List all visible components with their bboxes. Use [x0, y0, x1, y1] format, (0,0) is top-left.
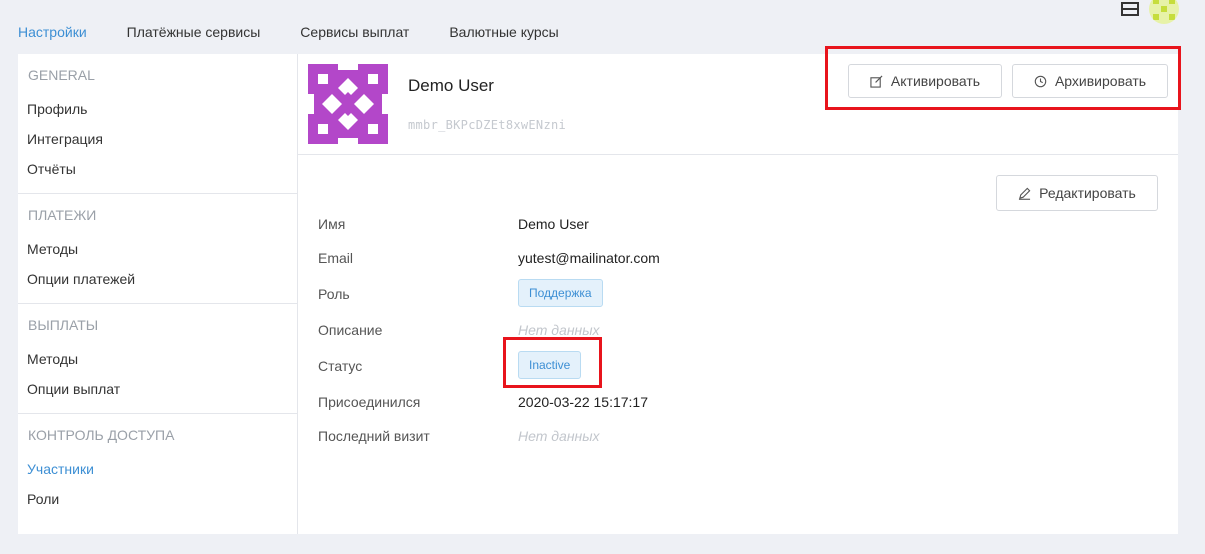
edit-button[interactable]: Редактировать	[996, 175, 1158, 211]
sidebar-item-profile[interactable]: Профиль	[18, 94, 297, 124]
detail-label: Статус	[318, 358, 363, 374]
sidebar-heading: КОНТРОЛЬ ДОСТУПА	[28, 427, 175, 443]
book-icon[interactable]	[1121, 2, 1139, 16]
sidebar-item-roles[interactable]: Роли	[18, 484, 297, 514]
tab-bar: Настройки Платёжные сервисы Сервисы выпл…	[18, 24, 599, 56]
tab-payout-services[interactable]: Сервисы выплат	[300, 24, 409, 54]
detail-label: Присоединился	[318, 394, 421, 410]
activate-label: Активировать	[890, 73, 981, 89]
pencil-icon	[1019, 187, 1031, 200]
detail-value: Нет данных	[518, 428, 600, 444]
detail-label: Последний визит	[318, 428, 430, 444]
sidebar-item-payment-methods[interactable]: Методы	[18, 234, 297, 264]
detail-label: Описание	[318, 322, 383, 338]
member-id: mmbr_BKPcDZEt8xwENzni	[408, 118, 567, 132]
sidebar-item-payout-options[interactable]: Опции выплат	[18, 374, 297, 404]
sidebar-item-reports[interactable]: Отчёты	[18, 154, 297, 184]
profile-header: Demo User mmbr_BKPcDZEt8xwENzni Активиро…	[298, 54, 1178, 155]
tab-currency-rates[interactable]: Валютные курсы	[449, 24, 558, 54]
archive-label: Архивировать	[1054, 73, 1147, 89]
detail-value: 2020-03-22 15:17:17	[518, 394, 648, 410]
status-badge: Inactive	[518, 351, 582, 379]
archive-button[interactable]: Архивировать	[1012, 64, 1168, 98]
detail-value: Demo User	[518, 216, 589, 232]
clock-icon	[1034, 75, 1047, 87]
activate-button[interactable]: Активировать	[848, 64, 1002, 98]
sidebar-heading: GENERAL	[28, 67, 95, 83]
sidebar-section-payouts: ВЫПЛАТЫ Методы Опции выплат	[18, 304, 297, 414]
sidebar-item-members[interactable]: Участники	[18, 454, 297, 484]
member-details: Редактировать Имя Demo User Email yutest…	[298, 155, 1178, 534]
user-avatar[interactable]	[1149, 0, 1179, 24]
sidebar-heading: ВЫПЛАТЫ	[28, 317, 99, 333]
sidebar: GENERAL Профиль Интеграция Отчёты ПЛАТЕЖ…	[18, 54, 298, 534]
settings-card: GENERAL Профиль Интеграция Отчёты ПЛАТЕЖ…	[18, 54, 1178, 534]
sidebar-item-payment-options[interactable]: Опции платежей	[18, 264, 297, 294]
sidebar-section-access-control: КОНТРОЛЬ ДОСТУПА Участники Роли	[18, 414, 297, 523]
detail-label: Email	[318, 250, 354, 266]
detail-value: yutest@mailinator.com	[518, 250, 660, 266]
sidebar-item-payout-methods[interactable]: Методы	[18, 344, 297, 374]
sidebar-heading: ПЛАТЕЖИ	[28, 207, 97, 223]
detail-value: Нет данных	[518, 322, 600, 338]
member-details-panel: Demo User mmbr_BKPcDZEt8xwENzni Активиро…	[298, 54, 1178, 534]
member-name: Demo User	[408, 76, 494, 95]
role-badge: Поддержка	[518, 279, 603, 307]
detail-label: Имя	[318, 216, 346, 232]
sidebar-section-general: GENERAL Профиль Интеграция Отчёты	[18, 54, 297, 194]
sidebar-section-payments: ПЛАТЕЖИ Методы Опции платежей	[18, 194, 297, 304]
detail-label: Роль	[318, 286, 350, 302]
tab-settings[interactable]: Настройки	[18, 24, 87, 56]
top-bar: Настройки Платёжные сервисы Сервисы выпл…	[0, 0, 1205, 56]
top-icons	[1121, 0, 1179, 24]
sidebar-item-integration[interactable]: Интеграция	[18, 124, 297, 154]
member-avatar	[308, 64, 388, 144]
edit-icon	[870, 75, 883, 88]
edit-label: Редактировать	[1039, 185, 1136, 201]
tab-payment-services[interactable]: Платёжные сервисы	[127, 24, 261, 54]
